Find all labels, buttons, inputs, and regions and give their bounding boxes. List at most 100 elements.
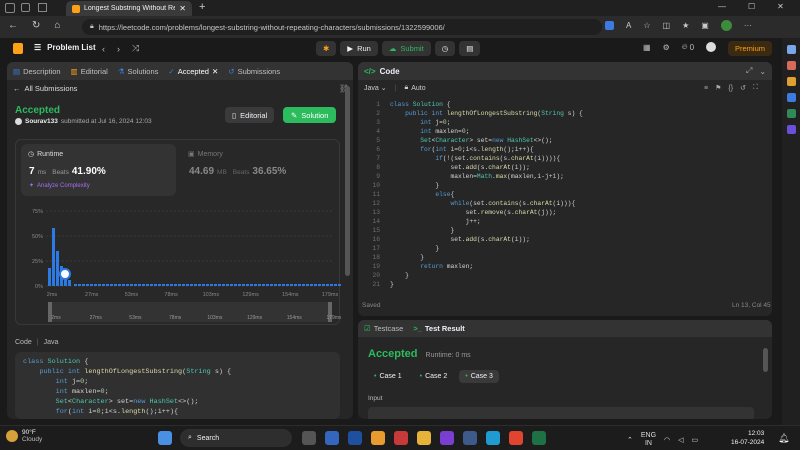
tab-testcase[interactable]: ☑ Testcase xyxy=(364,324,403,333)
code-line[interactable]: 15 } xyxy=(358,226,762,235)
user-avatar[interactable] xyxy=(706,42,717,52)
code-line[interactable]: 5 Set<Character> set=new HashSet<>(); xyxy=(358,136,762,145)
workspaces-icon[interactable] xyxy=(21,3,30,12)
code-line[interactable]: 16 set.add(s.charAt(i)); xyxy=(358,235,762,244)
code-editor[interactable]: 1 class Solution {2 public int lengthOfLo… xyxy=(358,100,762,290)
office-icon[interactable] xyxy=(786,109,796,118)
code-line[interactable]: 9 maxlen=Math.max(maxlen,i-j+1); xyxy=(358,172,762,181)
favorites-icon[interactable]: ★ xyxy=(682,21,689,30)
all-submissions-link[interactable]: ← All Submissions xyxy=(13,84,77,93)
input-box[interactable] xyxy=(368,407,754,419)
games-icon[interactable] xyxy=(786,77,796,86)
editorial-button[interactable]: ▯ Editorial xyxy=(225,107,275,123)
close-tab-icon[interactable]: ✕ xyxy=(179,4,186,13)
prev-problem-icon[interactable]: ‹ xyxy=(102,44,105,54)
tools-icon[interactable] xyxy=(786,61,796,70)
shuffle-icon[interactable]: ⤨ xyxy=(132,43,139,54)
outlook-icon[interactable] xyxy=(786,93,796,102)
code-line[interactable]: 3 int j=0; xyxy=(358,118,762,127)
layout-icon[interactable]: ▦ xyxy=(643,43,651,52)
code-line[interactable]: 12 while(set.contains(s.charAt(i))){ xyxy=(358,199,762,208)
runtime-distribution-chart[interactable]: 75% 50% 25% 0% 2ms 27ms 53ms 78ms 103ms 129ms 154m… xyxy=(16,198,341,324)
notification-icon[interactable]: 🔔︎ xyxy=(778,433,789,444)
wifi-icon[interactable]: ◠ xyxy=(664,436,670,444)
search-icon[interactable] xyxy=(786,45,796,54)
home-icon[interactable]: ⌂ xyxy=(54,20,60,31)
timer-button[interactable]: ◷ xyxy=(434,41,456,56)
chrome-icon[interactable] xyxy=(509,431,523,445)
messenger-icon[interactable] xyxy=(440,431,454,445)
tab-actions-icon[interactable] xyxy=(38,3,47,12)
submit-button[interactable]: ☁ Submit xyxy=(381,41,431,56)
fullscreen-icon[interactable]: ⛶ xyxy=(753,84,758,92)
code-line[interactable]: 13 set.remove(s.charAt(j)); xyxy=(358,208,762,217)
code-line[interactable]: 19 return maxlen; xyxy=(358,262,762,271)
profile-icon[interactable] xyxy=(5,3,15,13)
new-tab-icon[interactable]: + xyxy=(199,1,205,13)
autocomplete-toggle[interactable]: 🔒︎ Auto xyxy=(405,84,426,92)
run-button[interactable]: ▶ Run xyxy=(340,41,378,56)
test-scrollbar[interactable] xyxy=(763,348,768,372)
expand-icon[interactable]: ⤢ xyxy=(746,66,752,76)
chrome-app-icon[interactable] xyxy=(371,431,385,445)
submitter-name[interactable]: Sourav133 xyxy=(25,118,58,125)
code-line[interactable]: 20 } xyxy=(358,271,762,280)
code-line[interactable]: 6 for(int i=0;i<s.length();i++){ xyxy=(358,145,762,154)
ide-icon[interactable] xyxy=(463,431,477,445)
bookmark-icon[interactable]: ⚑ xyxy=(715,84,721,92)
runtime-box[interactable]: ◷ Runtime 7 ms Beats 41.90% ✦ Analyze Comp… xyxy=(21,144,176,196)
code-line[interactable]: 14 j++; xyxy=(358,217,762,226)
format-icon[interactable]: ≡ xyxy=(704,85,708,92)
collections-icon[interactable]: ▣ xyxy=(701,21,709,30)
close-tab-accepted-icon[interactable]: ✕ xyxy=(212,67,218,76)
extension-icon[interactable] xyxy=(605,21,614,30)
braces-icon[interactable]: {} xyxy=(728,85,733,92)
code-line[interactable]: 1 class Solution { xyxy=(358,100,762,109)
split-screen-icon[interactable]: ◫ xyxy=(663,21,671,30)
premium-button[interactable]: Premium xyxy=(728,41,773,56)
tab-editorial[interactable]: ▥ Editorial xyxy=(71,67,108,76)
drop-icon[interactable] xyxy=(786,125,796,134)
code-line[interactable]: 11 else{ xyxy=(358,190,762,199)
solution-button[interactable]: ✎ Solution xyxy=(283,107,337,123)
left-scrollbar[interactable] xyxy=(345,86,350,276)
url-field[interactable]: 🔒︎ https://leetcode.com/problems/longest… xyxy=(82,19,602,35)
code-line[interactable]: 10 } xyxy=(358,181,762,190)
more-icon[interactable]: ··· xyxy=(744,21,752,30)
file-explorer-icon[interactable] xyxy=(417,431,431,445)
chevron-down-icon[interactable]: ⌄ xyxy=(759,67,766,76)
chevron-up-icon[interactable]: ⌃ xyxy=(627,436,633,444)
code-line[interactable]: 8 set.add(s.charAt(i)); xyxy=(358,163,762,172)
refresh-icon[interactable]: ↻ xyxy=(32,20,40,31)
code-line[interactable]: 21} xyxy=(358,280,762,289)
anydesk-icon[interactable] xyxy=(394,431,408,445)
maximize-icon[interactable]: ☐ xyxy=(748,2,755,11)
streak-counter[interactable]: 🔥︎ 0 xyxy=(682,42,694,52)
notes-button[interactable]: ▤ xyxy=(459,41,481,56)
excel-icon[interactable] xyxy=(532,431,546,445)
vscode-icon[interactable] xyxy=(348,431,362,445)
tab-submissions[interactable]: ↺ Submissions xyxy=(228,67,280,76)
case-1-tab[interactable]: • Case 1 xyxy=(368,370,408,383)
task-view-icon[interactable] xyxy=(302,431,316,445)
edge-icon[interactable] xyxy=(486,431,500,445)
reset-icon[interactable]: ↺ xyxy=(740,84,746,92)
problem-list-link[interactable]: Problem List xyxy=(47,43,95,52)
code-line[interactable]: 4 int maxlen=0; xyxy=(358,127,762,136)
minimize-icon[interactable]: — xyxy=(718,2,726,11)
read-aloud-icon[interactable]: A xyxy=(626,21,631,30)
profile-avatar[interactable] xyxy=(720,20,732,31)
code-line[interactable]: 17 } xyxy=(358,244,762,253)
debug-button[interactable]: ✱ xyxy=(316,41,337,56)
code-line[interactable]: 2 public int lengthOfLongestSubstring(St… xyxy=(358,109,762,118)
favorite-icon[interactable]: ☆ xyxy=(643,21,650,30)
language-select[interactable]: Java ⌄ xyxy=(364,84,387,93)
close-window-icon[interactable]: ✕ xyxy=(777,2,784,11)
next-problem-icon[interactable]: › xyxy=(117,44,120,54)
leetcode-logo-icon[interactable] xyxy=(13,43,23,54)
teams-icon[interactable] xyxy=(325,431,339,445)
language-indicator[interactable]: ENG IN xyxy=(641,432,656,448)
volume-icon[interactable]: ◁ xyxy=(678,436,683,444)
case-2-tab[interactable]: • Case 2 xyxy=(414,370,454,383)
case-3-tab[interactable]: • Case 3 xyxy=(459,370,499,383)
